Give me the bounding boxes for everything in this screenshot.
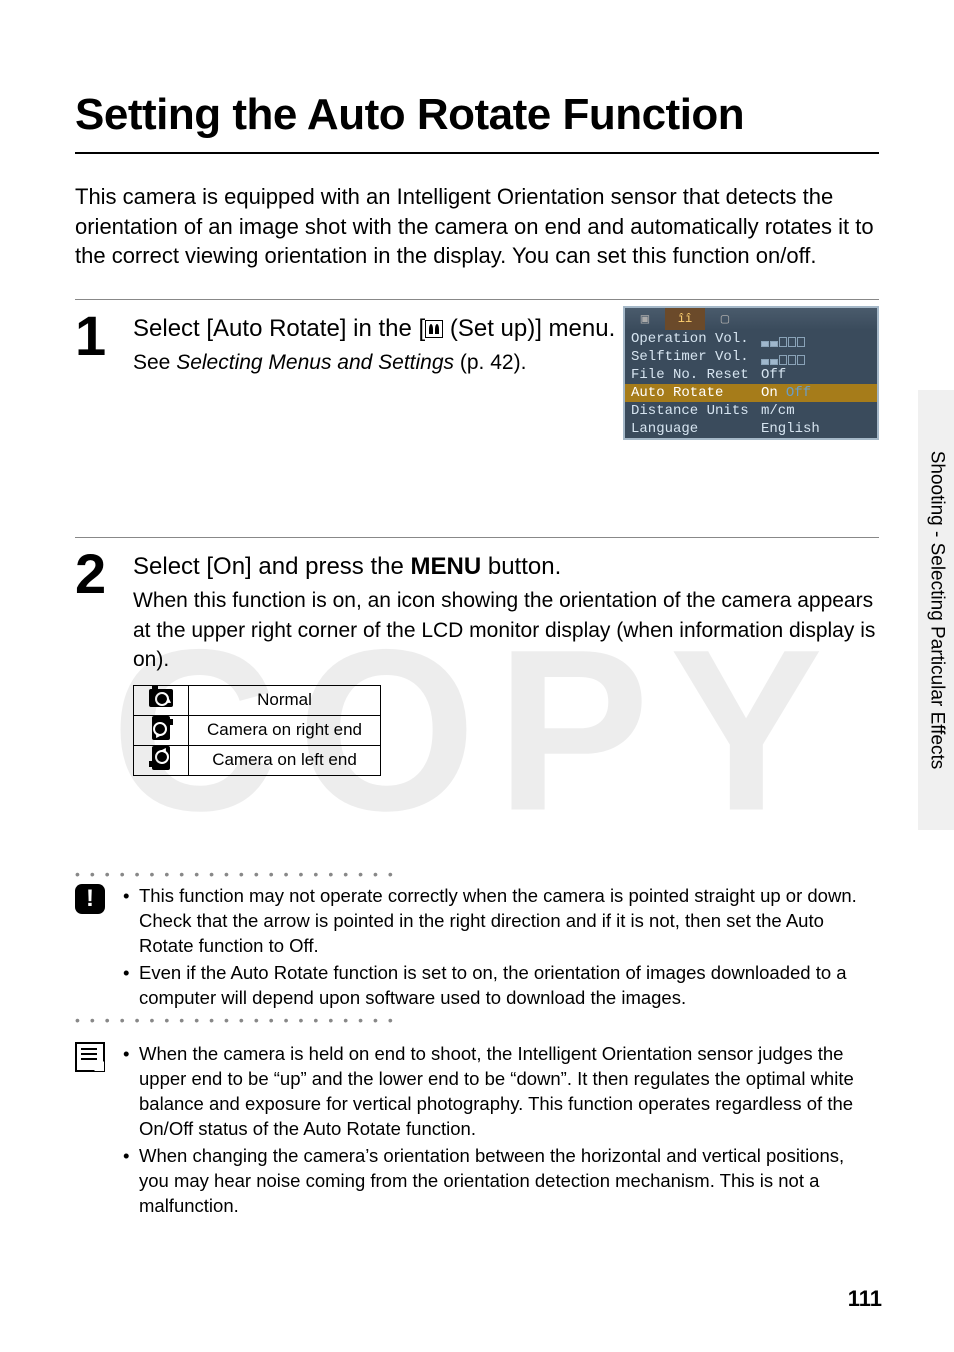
menu-row-selftimer-vol: Selftimer Vol. xyxy=(625,348,877,366)
info-list: When the camera is held on end to shoot,… xyxy=(123,1042,879,1221)
menu-key: File No. Reset xyxy=(631,367,761,383)
volume-bar-icon xyxy=(761,331,871,347)
info-icon xyxy=(75,1042,123,1221)
table-row: ▴ Camera on left end xyxy=(134,745,381,775)
step-1: 1 Select [Auto Rotate] in the [ (Set up)… xyxy=(75,299,879,537)
menu-key: Selftimer Vol. xyxy=(631,349,761,365)
step-1-heading-post: (Set up)] menu. xyxy=(443,315,615,342)
tab-setup-icon: îî xyxy=(665,308,705,330)
menu-value: On Off xyxy=(761,385,871,401)
orientation-table: ▴ Normal ▴ Camera on right end ▴ Camera … xyxy=(133,685,381,776)
menu-key: Language xyxy=(631,421,761,437)
step-2-text: When this function is on, an icon showin… xyxy=(133,586,879,674)
menu-key: Distance Units xyxy=(631,403,761,419)
warning-icon: ! xyxy=(75,884,123,1013)
step-1-heading-pre: Select [Auto Rotate] in the [ xyxy=(133,315,425,342)
intro-text: This camera is equipped with an Intellig… xyxy=(75,182,879,271)
info-notes: When the camera is held on end to shoot,… xyxy=(75,1042,879,1221)
step-1-text-em: Selecting Menus and Settings xyxy=(176,351,454,374)
menu-row-file-reset: File No. Reset Off xyxy=(625,366,877,384)
menu-value: Off xyxy=(761,367,871,383)
orientation-label: Camera on right end xyxy=(189,715,381,745)
step-1-number: 1 xyxy=(75,312,119,360)
page-title: Setting the Auto Rotate Function xyxy=(75,90,879,154)
dots-divider: •••••••••••••••••••••• xyxy=(75,1012,879,1028)
list-item: When the camera is held on end to shoot,… xyxy=(123,1042,879,1142)
page-number: 111 xyxy=(848,1286,882,1312)
menu-key: Operation Vol. xyxy=(631,331,761,347)
menu-rows: Operation Vol. Selftimer Vol. File No. R… xyxy=(625,330,877,438)
table-row: ▴ Camera on right end xyxy=(134,715,381,745)
tab-play-icon: ▢ xyxy=(705,308,745,330)
tab-camera-icon: ▣ xyxy=(625,308,665,330)
menu-screenshot: ▣ îî ▢ Operation Vol. Selftimer Vol. Fil… xyxy=(623,306,879,440)
dots-divider: •••••••••••••••••••••• xyxy=(75,866,879,882)
menu-on-value: On xyxy=(761,385,778,401)
menu-row-operation-vol: Operation Vol. xyxy=(625,330,877,348)
table-row: ▴ Normal xyxy=(134,685,381,715)
camera-normal-icon: ▴ xyxy=(134,685,189,715)
step-1-text-post: (p. 42). xyxy=(454,351,526,374)
menu-row-auto-rotate: Auto Rotate On Off xyxy=(625,384,877,402)
step-2-heading-pre: Select [On] and press the xyxy=(133,553,411,580)
warning-list: This function may not operate correctly … xyxy=(123,884,879,1013)
menu-value: English xyxy=(761,421,871,437)
menu-tabs: ▣ îî ▢ xyxy=(625,308,877,330)
list-item: When changing the camera’s orientation b… xyxy=(123,1144,879,1219)
list-item: Even if the Auto Rotate function is set … xyxy=(123,961,879,1011)
menu-row-language: Language English xyxy=(625,420,877,438)
menu-key: Auto Rotate xyxy=(631,385,761,401)
menu-off-value: Off xyxy=(786,385,811,401)
orientation-label: Normal xyxy=(189,685,381,715)
orientation-label: Camera on left end xyxy=(189,745,381,775)
menu-value: m/cm xyxy=(761,403,871,419)
step-2-number: 2 xyxy=(75,550,119,598)
step-1-text-pre: See xyxy=(133,351,176,374)
volume-bar-icon xyxy=(761,349,871,365)
step-2: 2 Select [On] and press the MENU button.… xyxy=(75,537,879,795)
warning-notes: •••••••••••••••••••••• ! This function m… xyxy=(75,866,879,1029)
step-2-heading: Select [On] and press the MENU button. xyxy=(133,552,879,582)
step-2-heading-bold: MENU xyxy=(411,553,482,580)
camera-left-icon: ▴ xyxy=(134,745,189,775)
step-2-heading-post: button. xyxy=(481,553,561,580)
setup-icon xyxy=(425,320,443,338)
list-item: This function may not operate correctly … xyxy=(123,884,879,959)
menu-row-distance-units: Distance Units m/cm xyxy=(625,402,877,420)
camera-right-icon: ▴ xyxy=(134,715,189,745)
